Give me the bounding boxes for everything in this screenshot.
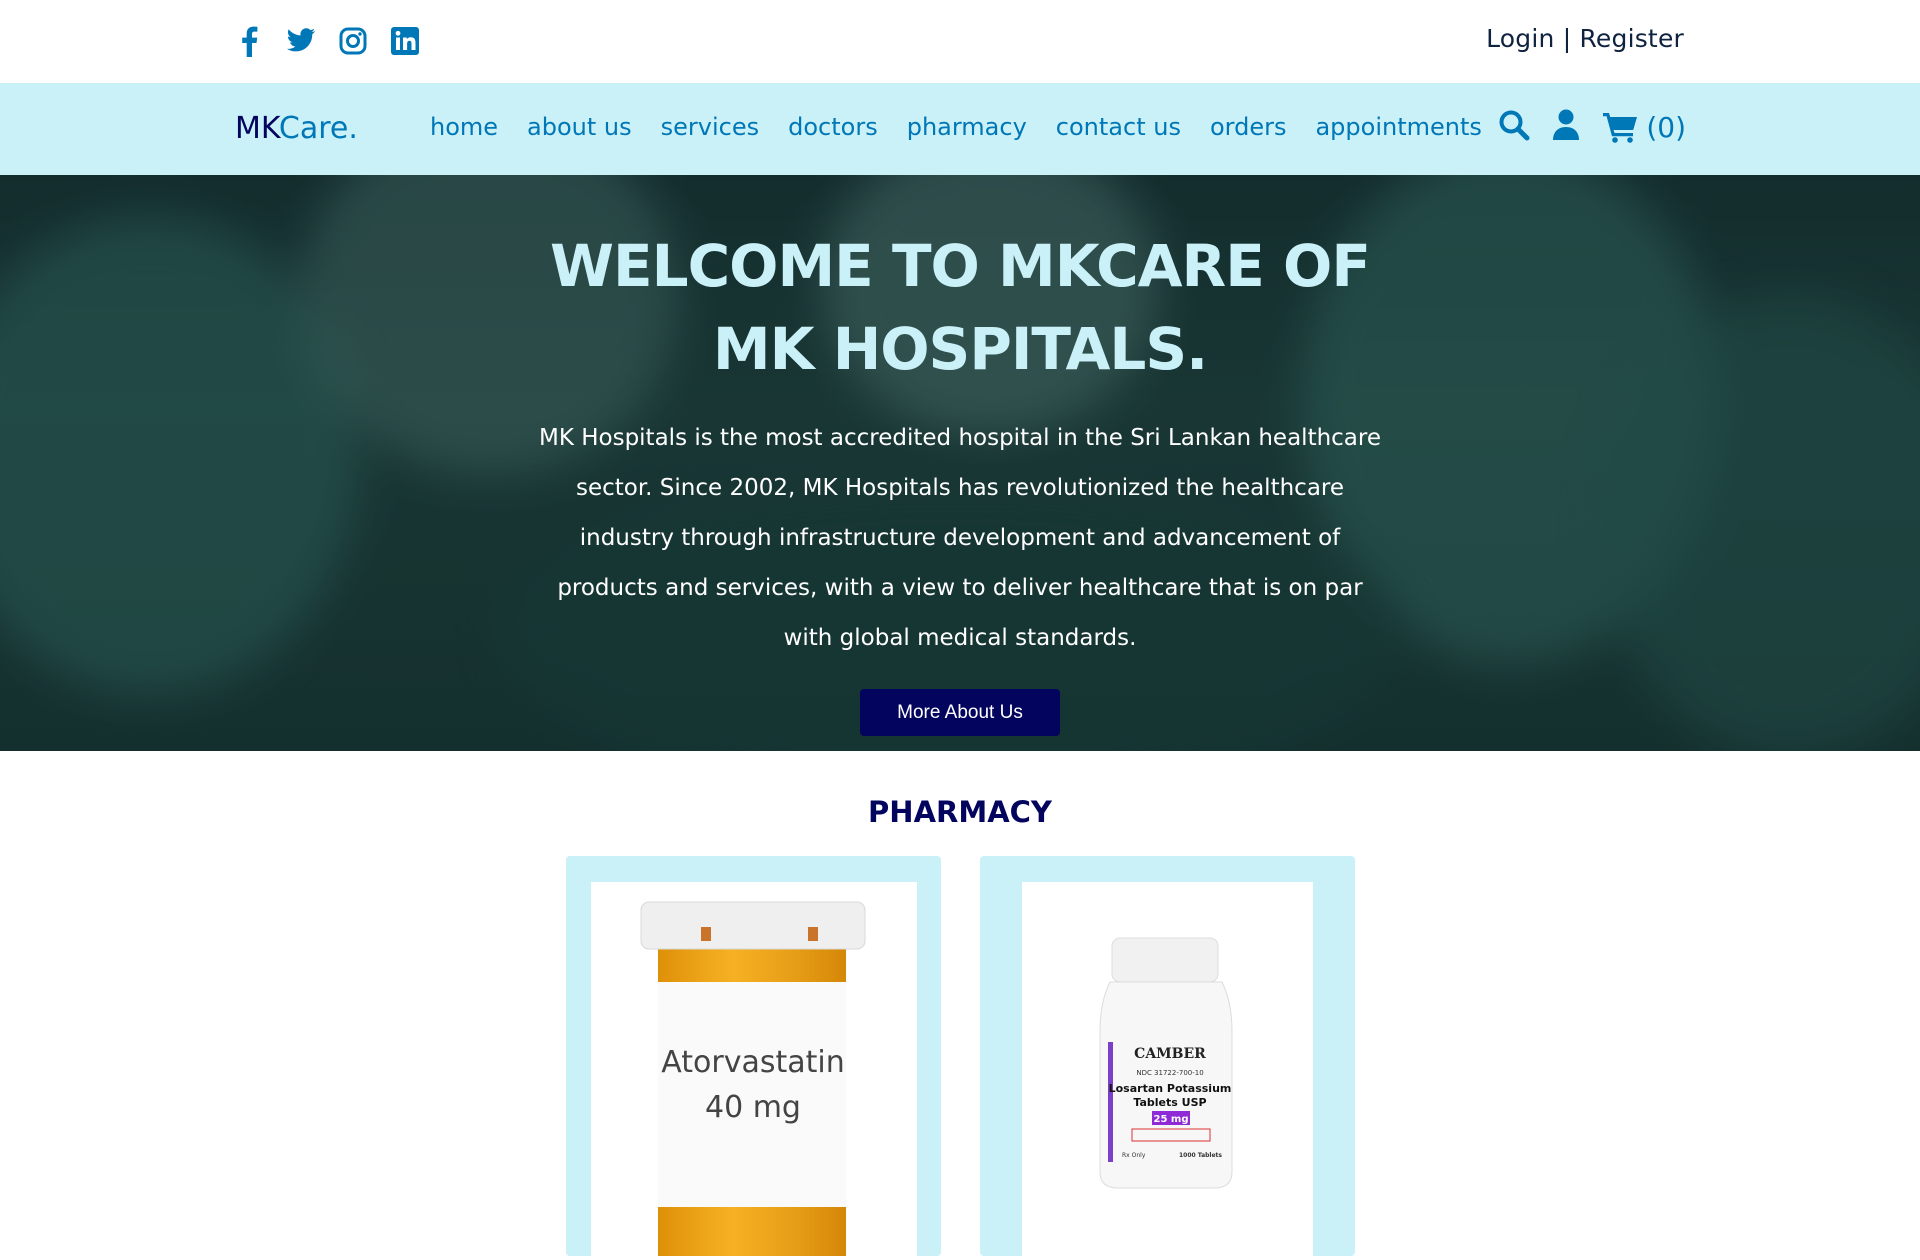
facebook-icon[interactable]: [234, 24, 264, 58]
pharmacy-heading: PHARMACY: [868, 795, 1052, 829]
camber-brand: CAMBER: [1134, 1046, 1206, 1062]
hero-description: MK Hospitals is the most accredited hosp…: [538, 425, 1381, 651]
nav-home[interactable]: home: [430, 113, 498, 141]
rx-only: Rx Only: [1122, 1152, 1146, 1159]
product-card[interactable]: Atorvastatin 40 mg: [566, 856, 941, 1260]
auth-links: Login | Register: [1486, 24, 1684, 53]
social-links: [234, 24, 420, 58]
product-card[interactable]: CAMBER NDC 31722-700-10 Losartan Potassi…: [980, 856, 1355, 1256]
top-bar: Login | Register: [0, 0, 1920, 83]
auth-separator: |: [1562, 24, 1572, 53]
nav-doctors[interactable]: doctors: [788, 113, 878, 141]
instagram-icon[interactable]: [338, 24, 368, 58]
cart-count: (0): [1646, 110, 1686, 144]
nav-icons: (0): [1498, 109, 1686, 145]
cart-button[interactable]: (0): [1602, 111, 1686, 144]
atorvastatin-label: Atorvastatin: [661, 1045, 844, 1080]
brand-mk: MK: [235, 111, 279, 146]
nav-contact-us[interactable]: contact us: [1056, 113, 1181, 141]
brand-logo[interactable]: MKCare.: [235, 111, 358, 146]
losartan-dose: 25 mg: [1154, 1114, 1189, 1125]
nav-pharmacy[interactable]: pharmacy: [907, 113, 1027, 141]
hero-content: WELCOME TO MKCARE OF MK HOSPITALS. MK Ho…: [0, 175, 1920, 736]
twitter-icon[interactable]: [286, 24, 316, 58]
tablet-count: 1000 Tablets: [1179, 1152, 1222, 1159]
product-image-atorvastatin: Atorvastatin 40 mg: [590, 882, 917, 1260]
user-icon[interactable]: [1552, 109, 1580, 145]
register-link[interactable]: Register: [1579, 24, 1684, 53]
login-link[interactable]: Login: [1486, 24, 1554, 53]
main-navbar: MKCare. home about us services doctors p…: [0, 83, 1920, 175]
nav-links: home about us services doctors pharmacy …: [430, 113, 1482, 141]
nav-appointments[interactable]: appointments: [1315, 113, 1481, 141]
losartan-name: Losartan Potassium: [1109, 1082, 1232, 1095]
product-cards: Atorvastatin 40 mg CAMBER NDC 31722-700-…: [566, 856, 1355, 1260]
atorvastatin-dose: 40 mg: [705, 1090, 801, 1125]
hero-title: WELCOME TO MKCARE OF MK HOSPITALS.: [550, 232, 1371, 383]
nav-about-us[interactable]: about us: [527, 113, 632, 141]
brand-care: Care.: [278, 111, 358, 146]
hero-banner: WELCOME TO MKCARE OF MK HOSPITALS. MK Ho…: [0, 175, 1920, 751]
more-about-us-button[interactable]: More About Us: [860, 689, 1060, 736]
ndc-code: NDC 31722-700-10: [1136, 1069, 1203, 1077]
product-image-losartan: CAMBER NDC 31722-700-10 Losartan Potassi…: [1022, 882, 1313, 1256]
nav-orders[interactable]: orders: [1210, 113, 1287, 141]
cart-icon: [1603, 113, 1638, 143]
losartan-tablets: Tablets USP: [1133, 1096, 1206, 1109]
nav-services[interactable]: services: [661, 113, 759, 141]
linkedin-icon[interactable]: [390, 24, 420, 58]
search-icon[interactable]: [1498, 109, 1530, 145]
